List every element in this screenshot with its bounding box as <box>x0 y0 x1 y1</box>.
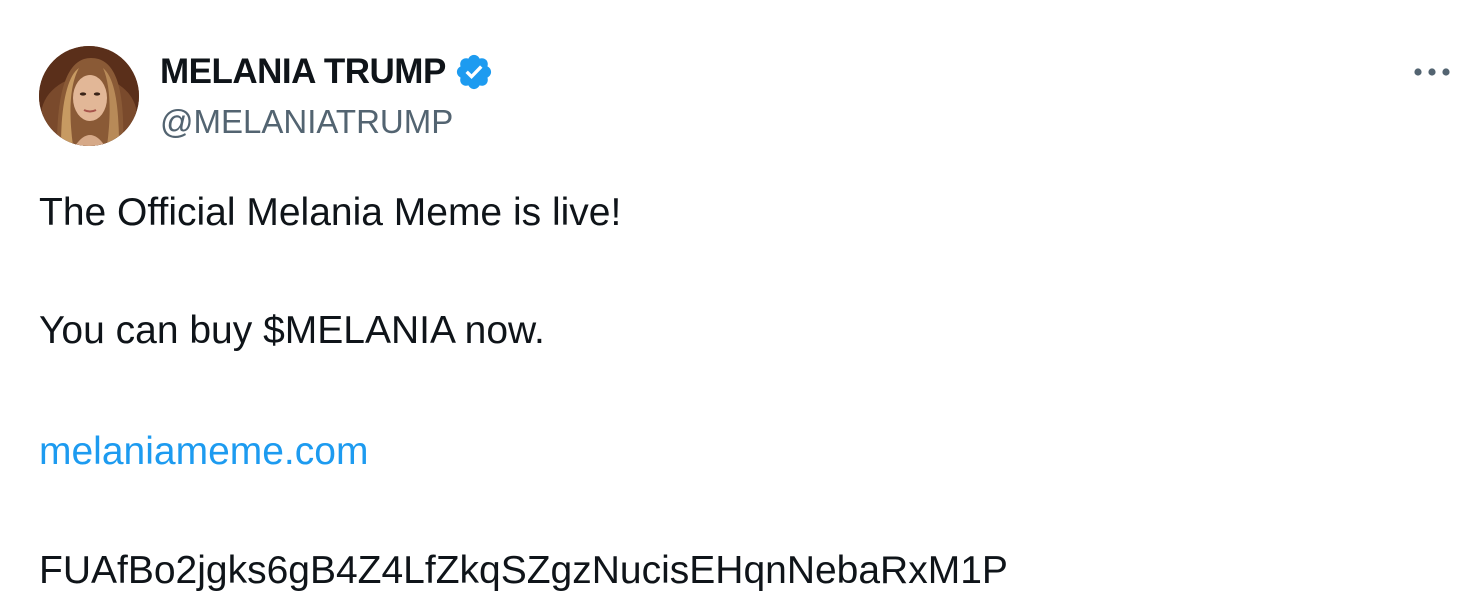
author-handle[interactable]: @MELANIATRUMP <box>160 100 453 144</box>
verified-badge-icon[interactable] <box>454 52 494 92</box>
avatar-portrait <box>39 46 139 146</box>
avatar[interactable] <box>39 46 139 146</box>
tweet-text-line: The Official Melania Meme is live! <box>39 191 622 234</box>
more-options-button[interactable] <box>1404 52 1460 92</box>
tweet-text-line: You can buy $MELANIA now. <box>39 309 545 352</box>
tweet-link[interactable]: melaniameme.com <box>39 427 368 477</box>
tweet-text-line: FUAfBo2jgks6gB4Z4LfZkqSZgzNucisEHqnNebaR… <box>39 549 1008 592</box>
tweet-card: MELANIA TRUMP @MELANIATRUMP The Official… <box>0 0 1477 616</box>
author-name-row: MELANIA TRUMP <box>160 50 494 94</box>
more-horizontal-icon <box>1414 68 1450 76</box>
display-name[interactable]: MELANIA TRUMP <box>160 50 446 94</box>
